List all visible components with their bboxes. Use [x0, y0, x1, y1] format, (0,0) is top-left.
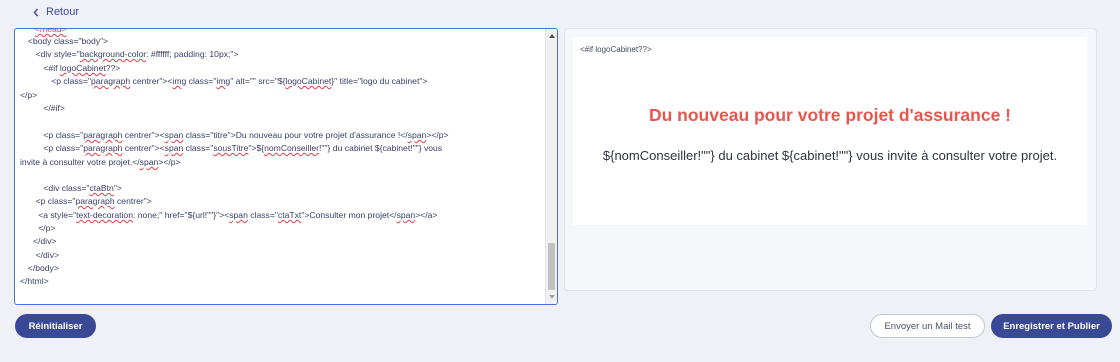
back-link[interactable]: Retour	[33, 5, 79, 19]
code-line: </body>	[27, 263, 59, 273]
back-link-label: Retour	[46, 6, 80, 18]
code-line: <p class="paragraph centrer"><img class=…	[51, 76, 428, 86]
code-editor[interactable]: </head> <body class="body"> <div style="…	[14, 28, 558, 305]
preview-subtitle: ${nomConseiller!""} du cabinet ${cabinet…	[602, 148, 1058, 163]
preview-if-directive: <#if logoCabinet??>	[580, 45, 652, 54]
code-line: </div>	[35, 250, 60, 260]
scroll-thumb[interactable]	[548, 243, 555, 290]
code-line: </div>	[33, 236, 57, 246]
preview-title: Du nouveau pour votre projet d'assurance…	[648, 105, 1011, 125]
code-line: </#if>	[43, 103, 65, 113]
code-line: </p>	[20, 90, 38, 100]
save-and-publish-button[interactable]: Enregistrer et Publier	[991, 314, 1112, 338]
code-line: <div class="ctaBtn">	[43, 183, 122, 193]
code-line: <p class="paragraph centrer"><span class…	[43, 130, 449, 140]
code-line: </html>	[20, 276, 49, 286]
code-line: invite à consulter votre projet.</span><…	[20, 157, 181, 167]
email-preview: <#if logoCabinet??> Du nouveau pour votr…	[564, 28, 1097, 291]
chevron-left-icon	[33, 8, 39, 16]
code-line: </p>	[38, 223, 56, 233]
reset-button[interactable]: Réinitialiser	[15, 314, 96, 338]
send-test-mail-button[interactable]: Envoyer un Mail test	[870, 314, 985, 338]
code-line: <p class="paragraph centrer"><span class…	[43, 143, 443, 153]
code-line: <p class="paragraph centrer">	[35, 196, 152, 206]
code-line: <body class="body">	[27, 36, 109, 46]
code-line: <div style="background-color: #ffffff; p…	[35, 49, 239, 59]
editor-scrollbar[interactable]	[545, 29, 557, 304]
scroll-up-arrow-icon[interactable]	[549, 34, 555, 38]
scroll-down-arrow-icon[interactable]	[549, 295, 555, 299]
preview-card: <#if logoCabinet??> Du nouveau pour votr…	[573, 37, 1087, 225]
code-line: <a style="text-decoration: none;" href="…	[38, 210, 438, 220]
code-line: <#if logoCabinet??>	[43, 63, 121, 73]
code-content[interactable]: </head> <body class="body"> <div style="…	[15, 29, 545, 304]
